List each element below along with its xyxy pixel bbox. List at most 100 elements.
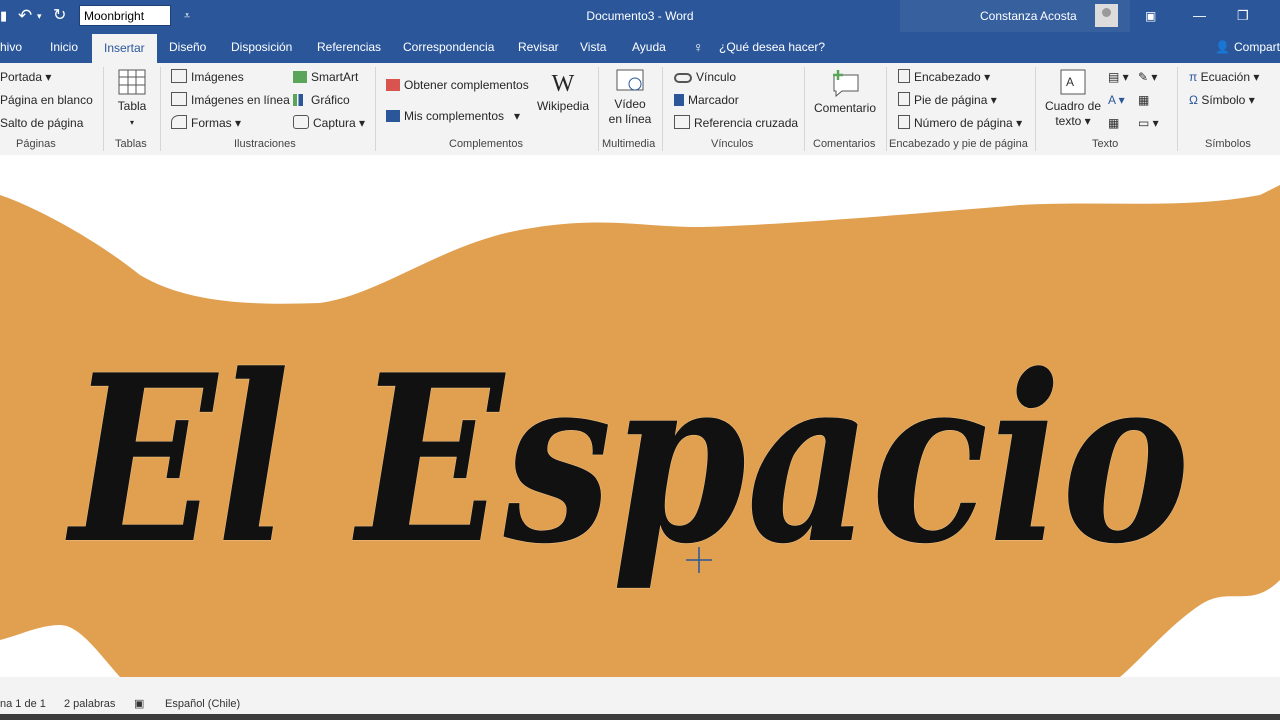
tab-referencias[interactable]: Referencias [317, 32, 381, 63]
tab-revisar[interactable]: Revisar [518, 32, 559, 63]
undo-icon[interactable]: ↶ [18, 0, 32, 32]
video-label-line2: en línea [608, 112, 652, 126]
wordart-icon[interactable]: A ▾ [1108, 92, 1125, 108]
save-icon[interactable]: ▮ [0, 0, 7, 32]
comentario-button[interactable]: Comentario [812, 69, 878, 116]
divider [160, 67, 161, 151]
redo-icon[interactable]: ↻ [53, 0, 66, 32]
encabezado-label: Encabezado [914, 70, 981, 84]
group-simbolos-label: Símbolos [1205, 138, 1251, 150]
share-button[interactable]: Compart [1234, 32, 1280, 63]
ecuacion-button[interactable]: π Ecuación ▾ [1189, 69, 1259, 85]
divider [598, 67, 599, 151]
object-icon[interactable]: ▭ ▾ [1138, 115, 1159, 131]
taskbar-strip [0, 714, 1280, 720]
obtener-complementos-label: Obtener complementos [404, 78, 529, 92]
headline: El Espacio [65, 325, 1190, 595]
svg-text:A: A [1066, 75, 1074, 89]
table-icon [118, 69, 146, 95]
referencia-cruzada-label: Referencia cruzada [694, 116, 799, 130]
restore-icon[interactable]: ❐ [1237, 0, 1249, 32]
quick-parts-icon[interactable]: ▤ ▾ [1108, 69, 1129, 85]
tabla-label: Tabla [117, 99, 147, 113]
document-canvas[interactable]: El Espacio [0, 155, 1280, 677]
avatar[interactable] [1095, 4, 1118, 27]
pagina-en-blanco-button[interactable]: Página en blanco [0, 92, 93, 108]
tabla-button[interactable]: Tabla ▾ [112, 69, 152, 130]
tab-diseno[interactable]: Diseño [169, 32, 206, 63]
ecuacion-label: Ecuación [1200, 70, 1250, 84]
pie-de-pagina-button[interactable]: Pie de página ▾ [898, 92, 997, 108]
video-en-linea-button[interactable]: Vídeo en línea [604, 69, 656, 127]
shapes-icon [171, 115, 187, 129]
captura-button[interactable]: Captura ▾ [293, 115, 365, 131]
smartart-button[interactable]: SmartArt [293, 69, 358, 85]
mis-complementos-button[interactable]: Mis complementos ▾ [386, 108, 520, 124]
footer-icon [898, 92, 910, 106]
simbolo-button[interactable]: Ω Símbolo ▾ [1189, 92, 1255, 108]
tab-inicio[interactable]: Inicio [50, 32, 78, 63]
tab-archivo[interactable]: hivo [0, 32, 22, 63]
tab-insertar[interactable]: Insertar [92, 34, 157, 63]
marcador-button[interactable]: Marcador [674, 92, 739, 108]
page-number-icon [898, 115, 910, 129]
my-addins-icon [386, 110, 400, 122]
document-title: Documento3 - Word [586, 9, 694, 23]
omega-icon: Ω [1189, 93, 1198, 107]
formas-label: Formas [191, 116, 232, 130]
undo-dropdown-icon[interactable]: ▾ [37, 0, 42, 32]
divider [103, 67, 104, 151]
document-artwork: El Espacio [0, 185, 1280, 677]
group-multimedia-label: Multimedia [602, 138, 656, 150]
online-image-icon [171, 92, 187, 106]
person-icon: 👤 [1215, 40, 1230, 54]
group-ilustraciones-label: Ilustraciones [234, 138, 296, 150]
referencia-cruzada-button[interactable]: Referencia cruzada [674, 115, 798, 131]
imagenes-en-linea-button[interactable]: Imágenes en línea [171, 92, 290, 108]
simbolo-label: Símbolo [1201, 93, 1246, 107]
portada-button[interactable]: Portada ▾ [0, 69, 51, 85]
signature-line-icon[interactable]: ✎ ▾ [1138, 69, 1157, 85]
pie-de-pagina-label: Pie de página [914, 93, 988, 107]
group-vinculos-label: Vínculos [711, 138, 754, 150]
header-icon [898, 69, 910, 83]
imagenes-label: Imágenes [191, 70, 244, 84]
mis-complementos-label: Mis complementos [404, 109, 505, 123]
salto-de-pagina-button[interactable]: Salto de página [0, 115, 83, 131]
vinculo-button[interactable]: Vínculo [674, 69, 736, 85]
ribbon-tabs: hivo Inicio Insertar Diseño Disposición … [0, 32, 1280, 63]
font-name-input[interactable]: Moonbright [79, 5, 171, 26]
ribbon-display-options-icon[interactable]: ▣ [1145, 0, 1156, 32]
date-time-icon[interactable]: ▦ [1138, 92, 1149, 108]
obtener-complementos-button[interactable]: Obtener complementos [386, 77, 529, 93]
encabezado-button[interactable]: Encabezado ▾ [898, 69, 990, 85]
group-paginas-label: Páginas [16, 138, 56, 150]
group-complementos-label: Complementos [449, 138, 523, 150]
wikipedia-icon: W [551, 71, 575, 97]
drop-cap-icon[interactable]: ▦ [1108, 115, 1119, 131]
numero-de-pagina-button[interactable]: Número de página ▾ [898, 115, 1022, 131]
grafico-button[interactable]: Gráfico [293, 92, 350, 108]
formas-button[interactable]: Formas ▾ [171, 115, 241, 131]
imagenes-button[interactable]: Imágenes [171, 69, 244, 85]
divider [886, 67, 887, 151]
group-tablas-label: Tablas [115, 138, 147, 150]
tab-correspondencia[interactable]: Correspondencia [403, 32, 494, 63]
marcador-label: Marcador [688, 93, 739, 107]
smartart-icon [293, 71, 307, 83]
wikipedia-button[interactable]: W Wikipedia [535, 69, 591, 114]
cuadro-de-texto-button[interactable]: A Cuadro de texto ▾ [1042, 69, 1104, 129]
group-encabezado-label: Encabezado y pie de página [889, 138, 1028, 150]
tab-ayuda[interactable]: Ayuda [632, 32, 666, 63]
lightbulb-icon: ♀ [693, 39, 704, 55]
tab-vista[interactable]: Vista [580, 32, 606, 63]
captura-label: Captura [313, 116, 356, 130]
tab-disposicion[interactable]: Disposición [231, 32, 292, 63]
chart-icon [293, 94, 307, 106]
tell-me-search[interactable]: ¿Qué desea hacer? [719, 32, 825, 63]
grafico-label: Gráfico [311, 93, 350, 107]
customize-toolbar-icon[interactable]: ⩡ [184, 0, 190, 32]
user-name[interactable]: Constanza Acosta [980, 0, 1077, 32]
smartart-label: SmartArt [311, 70, 359, 84]
minimize-icon[interactable]: — [1193, 0, 1206, 32]
